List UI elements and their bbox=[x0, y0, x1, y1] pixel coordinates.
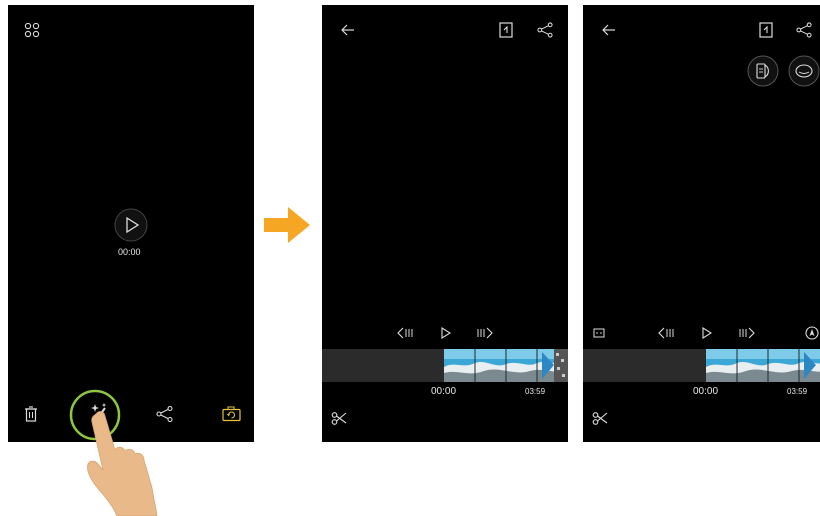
timeline-strip[interactable] bbox=[322, 349, 568, 382]
previous-frame-icon[interactable] bbox=[658, 327, 676, 339]
timeline-start-time: 00:00 bbox=[431, 386, 457, 397]
tapping-hand-icon bbox=[87, 411, 158, 516]
timeline-start-time: 00:00 bbox=[693, 386, 719, 397]
rotate-icon[interactable] bbox=[222, 406, 241, 422]
aspect-icon[interactable] bbox=[593, 328, 605, 338]
back-arrow-icon[interactable] bbox=[602, 24, 616, 36]
previous-frame-icon[interactable] bbox=[397, 327, 415, 339]
timeline-end-time: 03:59 bbox=[787, 387, 808, 396]
screen-video-editor: 00:00 03:59 bbox=[322, 5, 568, 442]
play-button[interactable] bbox=[114, 208, 148, 242]
delete-icon[interactable] bbox=[24, 406, 38, 422]
share-icon[interactable] bbox=[796, 22, 812, 38]
timeline-strip[interactable] bbox=[583, 349, 820, 382]
play-icon[interactable] bbox=[441, 327, 451, 339]
export-icon[interactable] bbox=[759, 22, 773, 38]
timeline-end-time: 03:59 bbox=[525, 387, 546, 396]
right-arrow-icon bbox=[264, 207, 310, 243]
next-frame-icon[interactable] bbox=[475, 327, 493, 339]
video-thumbnail-strip bbox=[444, 349, 568, 382]
scissors-icon[interactable] bbox=[331, 410, 347, 426]
screen-video-editor-modes: 00:00 03:59 bbox=[583, 5, 820, 442]
play-time-label: 00:00 bbox=[118, 247, 141, 257]
back-arrow-icon[interactable] bbox=[341, 24, 355, 36]
play-icon[interactable] bbox=[702, 327, 712, 339]
video-thumbnail-strip bbox=[706, 349, 820, 382]
screen-gallery-viewer: 00:00 bbox=[8, 5, 254, 442]
face-mode-icon[interactable] bbox=[788, 55, 820, 87]
export-icon[interactable] bbox=[499, 22, 513, 38]
portrait-mode-icon[interactable] bbox=[747, 55, 779, 87]
compass-icon[interactable] bbox=[805, 326, 819, 340]
share-icon[interactable] bbox=[537, 22, 553, 38]
grid-icon[interactable] bbox=[24, 22, 40, 38]
scissors-icon[interactable] bbox=[592, 410, 608, 426]
next-frame-icon[interactable] bbox=[737, 327, 755, 339]
